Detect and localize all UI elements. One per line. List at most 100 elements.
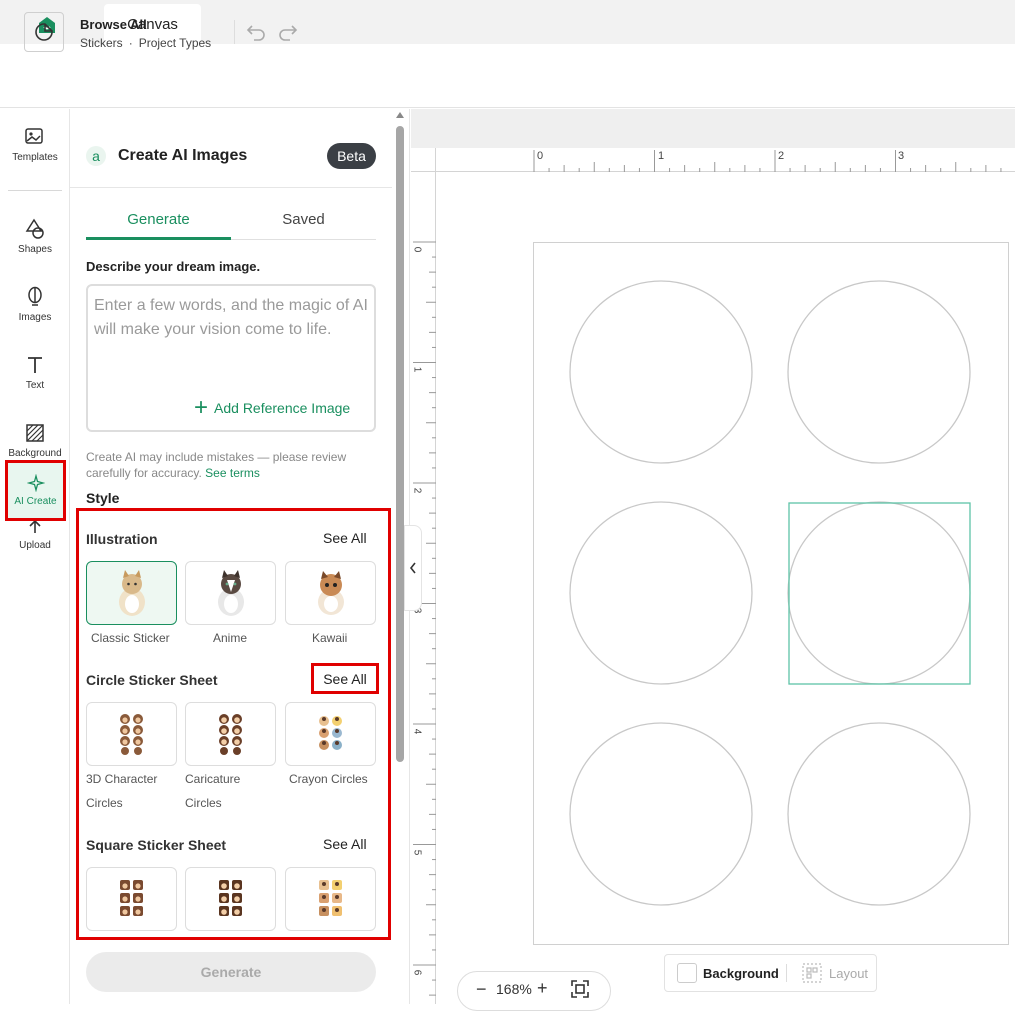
- cat-illustration-icon: [317, 571, 344, 615]
- rail-item-images[interactable]: Images: [0, 278, 70, 338]
- sticker-sheet-icon: [119, 714, 143, 755]
- ruler-corner: [411, 148, 436, 172]
- ruler-top-label: 0: [537, 150, 544, 162]
- sticker-sheet-icon: [119, 880, 143, 916]
- sticker-sheet-icon: [318, 880, 342, 916]
- sparkle-icon: [26, 474, 45, 492]
- style-label-3d-character-line2: Circles: [86, 796, 123, 810]
- add-reference-image-button[interactable]: + Add Reference Image: [194, 394, 351, 421]
- style-label-caricature-line2: Circles: [185, 796, 222, 810]
- style-thumb-anime[interactable]: [185, 561, 276, 625]
- add-reference-label: Add Reference Image: [214, 400, 351, 416]
- tab-saved[interactable]: Saved: [231, 204, 376, 240]
- fit-to-screen-icon[interactable]: [570, 979, 590, 999]
- breadcrumb-project-types[interactable]: Project Types: [139, 36, 211, 50]
- templates-icon: [25, 128, 43, 144]
- rail-item-ai-create[interactable]: AI Create: [5, 460, 66, 521]
- ruler-left-label: 2: [411, 487, 423, 494]
- redo-icon[interactable]: [276, 20, 300, 44]
- style-label-kawaii: Kawaii: [312, 631, 348, 645]
- style-thumb-kawaii[interactable]: [285, 561, 376, 625]
- rail-divider: [8, 190, 62, 191]
- ai-logo-icon: a: [86, 146, 106, 166]
- sticker-page[interactable]: [533, 242, 1009, 945]
- panel-title: Create AI Images: [118, 147, 248, 164]
- zoom-out-button[interactable]: −: [476, 979, 487, 1000]
- rail-item-shapes[interactable]: Shapes: [0, 210, 70, 270]
- ruler-left-label: 0: [411, 246, 423, 253]
- project-header: [0, 44, 1015, 108]
- background-button[interactable]: Background: [703, 966, 779, 981]
- style-thumb-square-2[interactable]: [185, 867, 276, 931]
- rail-label-ai-create: AI Create: [14, 496, 57, 507]
- style-label: Style: [86, 490, 120, 506]
- style-label-3d-character: 3D Character: [86, 772, 158, 786]
- layout-button[interactable]: Layout: [829, 966, 868, 981]
- style-thumb-crayon-circles[interactable]: [285, 702, 376, 766]
- style-thumb-classic-sticker[interactable]: [86, 561, 177, 625]
- prompt-input[interactable]: [94, 294, 370, 384]
- tab-generate[interactable]: Generate: [86, 204, 231, 240]
- square-sheet-see-all[interactable]: See All: [323, 836, 367, 852]
- chevron-left-icon: [409, 562, 416, 574]
- style-label-caricature: Caricature: [185, 772, 241, 786]
- style-label-classic-sticker: Classic Sticker: [91, 631, 170, 645]
- style-thumb-square-3[interactable]: [285, 867, 376, 931]
- ruler-left-label: 1: [411, 366, 423, 373]
- generate-button[interactable]: Generate: [86, 952, 376, 992]
- breadcrumb-stickers[interactable]: Stickers: [80, 36, 123, 50]
- style-label-crayon-circles: Crayon Circles: [289, 772, 368, 786]
- zoom-level: 168%: [496, 981, 532, 997]
- ruler-top: [436, 148, 1015, 172]
- ruler-top-label: 1: [658, 150, 665, 162]
- rail-label-upload: Upload: [19, 540, 51, 551]
- cat-illustration-icon: [217, 570, 244, 616]
- style-thumb-square-1[interactable]: [86, 867, 177, 931]
- collapse-panel-button[interactable]: [404, 525, 422, 611]
- background-icon: [26, 424, 44, 442]
- rail-label-templates: Templates: [12, 152, 58, 163]
- undo-icon[interactable]: [244, 20, 268, 44]
- style-label-anime: Anime: [213, 631, 248, 645]
- cat-illustration-icon: [118, 570, 145, 616]
- disclaimer-text: Create AI may include mistakes — please …: [86, 449, 376, 481]
- panel-divider: [70, 187, 392, 188]
- rail-label-shapes: Shapes: [18, 244, 52, 255]
- project-type-button[interactable]: [24, 12, 64, 52]
- ruler-left-label: 5: [411, 849, 423, 856]
- illustration-see-all[interactable]: See All: [323, 530, 367, 546]
- describe-label: Describe your dream image.: [86, 259, 261, 274]
- see-terms-link[interactable]: See terms: [205, 466, 260, 480]
- background-color-swatch[interactable]: [677, 963, 697, 983]
- text-icon: [28, 357, 42, 373]
- header-divider: [234, 20, 235, 44]
- sticker-sheet-icon: [218, 880, 242, 916]
- panel-scrollbar[interactable]: [396, 126, 404, 762]
- ruler-left-label: 6: [411, 969, 423, 976]
- sticker-sheet-icon: [318, 716, 342, 750]
- circle-sheet-see-all[interactable]: See All: [311, 663, 379, 694]
- ruler-top-label: 3: [898, 150, 905, 162]
- scroll-up-arrow[interactable]: [396, 112, 404, 118]
- style-thumb-caricature-circles[interactable]: [185, 702, 276, 766]
- shapes-icon: [25, 218, 44, 239]
- sticker-sheet-icon: [218, 714, 242, 755]
- footer-divider: [786, 964, 787, 982]
- ruler-top-label: 2: [778, 150, 785, 162]
- circle-sheet-title: Circle Sticker Sheet: [86, 672, 218, 688]
- beta-badge: Beta: [327, 143, 376, 169]
- layout-icon: [802, 963, 822, 983]
- zoom-in-button[interactable]: +: [537, 978, 548, 999]
- rail-item-templates[interactable]: Templates: [0, 118, 70, 178]
- ruler-left-label: 4: [411, 728, 423, 735]
- plus-icon: +: [194, 394, 209, 421]
- rail-label-text: Text: [25, 380, 45, 391]
- browse-all-title[interactable]: Browse All: [80, 17, 147, 32]
- style-thumb-3d-character-circles[interactable]: [86, 702, 177, 766]
- rail-label-images: Images: [18, 312, 52, 323]
- illustration-title: Illustration: [86, 531, 158, 547]
- breadcrumb: Stickers · Project Types: [80, 36, 211, 50]
- rail-label-background: Background: [8, 448, 62, 459]
- rail-item-text[interactable]: Text: [0, 346, 70, 406]
- square-sheet-title: Square Sticker Sheet: [86, 837, 227, 853]
